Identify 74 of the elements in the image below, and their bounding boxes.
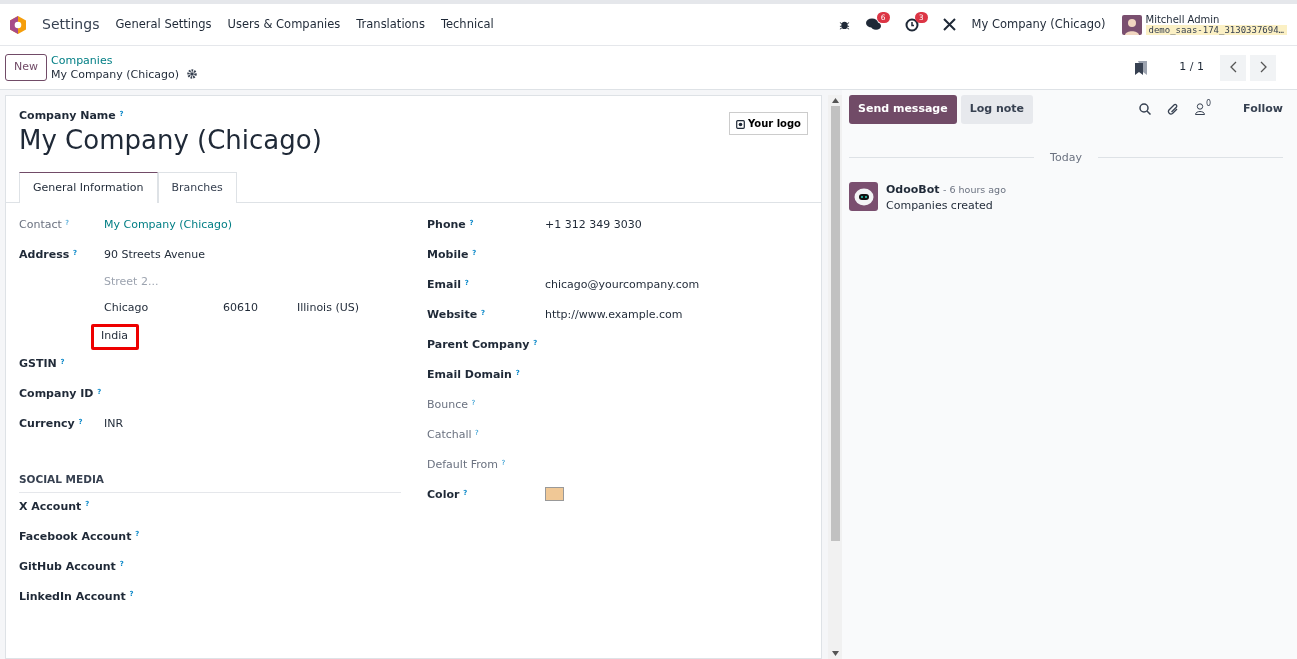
follower-count: 0 [1206, 100, 1212, 109]
field-value[interactable]: +1 312 349 3030 [545, 218, 642, 232]
street-field[interactable]: 90 Streets Avenue [104, 247, 359, 264]
chevron-left-icon [1229, 61, 1237, 74]
field-label: Currency $^{?}$ [19, 417, 83, 431]
settings-icon[interactable] [187, 69, 198, 80]
app-title[interactable]: Settings [42, 14, 100, 35]
contact-link[interactable]: My Company (Chicago) [104, 218, 233, 232]
clock-icon[interactable] [904, 17, 919, 32]
field-label: GSTIN $^{?}$ [19, 357, 65, 371]
tab[interactable]: Branches [157, 171, 237, 204]
menu-item[interactable]: Translations [356, 15, 425, 34]
scrollbar[interactable] [828, 95, 842, 659]
field-label: Website $^{?}$ [427, 308, 485, 322]
record-title: My Company (Chicago) [51, 67, 180, 82]
logo-button[interactable]: Your logo [728, 112, 808, 135]
field-label: Catchall $^{?}$ [427, 428, 479, 442]
field-label: Email Domain $^{?}$ [427, 368, 520, 382]
company-name-field[interactable]: My Company (Chicago) [19, 124, 322, 156]
field-label: GitHub Account $^{?}$ [19, 558, 124, 575]
state-field[interactable]: Illinois (US) [297, 300, 359, 317]
field-label: Facebook Account $^{?}$ [19, 528, 140, 545]
field-label: LinkedIn Account $^{?}$ [19, 588, 134, 605]
field-label: Contact $^{?}$ [19, 218, 69, 232]
tools-icon[interactable] [942, 18, 956, 31]
paperclip-icon[interactable] [1167, 102, 1179, 116]
message-time: - 6 hours ago [943, 184, 1006, 195]
zip-field[interactable]: 60610 [223, 300, 297, 317]
field-label: Parent Company $^{?}$ [427, 338, 538, 352]
search-icon[interactable] [1139, 103, 1151, 116]
field-value[interactable]: INR [104, 417, 124, 431]
menu-item[interactable]: Technical [440, 15, 494, 34]
pager-value: 1 / 1 [1179, 59, 1204, 76]
field-label: Address $^{?}$ [19, 248, 78, 262]
field-label: X Account $^{?}$ [19, 498, 90, 515]
field-label: Bounce $^{?}$ [427, 398, 476, 412]
tab[interactable]: General Information [19, 171, 158, 204]
chevron-right-icon [1259, 61, 1267, 74]
field-label: Company ID $^{?}$ [19, 387, 102, 401]
log-note-button[interactable]: Log note [960, 95, 1034, 124]
image-icon [735, 119, 745, 129]
field-label: Mobile $^{?}$ [427, 248, 477, 262]
menu-item[interactable]: Users & Companies [227, 15, 341, 34]
company-switcher[interactable]: My Company (Chicago) [971, 15, 1106, 34]
new-button[interactable]: New [5, 54, 47, 81]
scroll-down-icon[interactable] [831, 651, 839, 656]
database-name: demo_saas-174_3130337694… [1145, 25, 1287, 36]
scroll-up-icon[interactable] [831, 98, 839, 103]
field-value[interactable]: http://www.example.com [545, 308, 683, 322]
field-value[interactable]: chicago@yourcompany.com [545, 278, 700, 292]
message-author: OdooBot [886, 183, 940, 196]
city-field[interactable]: Chicago [104, 300, 223, 317]
color-swatch[interactable] [545, 487, 564, 502]
message-body: Companies created [886, 197, 994, 214]
date-separator: Today [1050, 149, 1082, 166]
field-label: Email $^{?}$ [427, 278, 469, 292]
field-label: Company Name $^{?}$ [19, 108, 125, 124]
breadcrumb-link[interactable]: Companies [51, 53, 198, 68]
app-logo-icon[interactable] [10, 15, 26, 34]
section-heading: SOCIAL MEDIA [19, 472, 401, 493]
field-label: Phone $^{?}$ [427, 218, 474, 232]
country-field[interactable]: India [91, 323, 139, 351]
field-label: Default From $^{?}$ [427, 458, 506, 472]
person-icon[interactable] [1195, 103, 1205, 116]
follow-button[interactable]: Follow [1243, 101, 1283, 118]
bookmark-icon[interactable] [1135, 60, 1148, 75]
menu-item[interactable]: General Settings [115, 15, 212, 34]
avatar-icon[interactable] [1121, 14, 1142, 35]
bot-avatar-icon [849, 182, 878, 211]
bug-icon[interactable] [838, 19, 850, 30]
send-message-button[interactable]: Send message [849, 95, 957, 124]
field-label: Color $^{?}$ [427, 488, 468, 502]
chat-icon[interactable] [865, 18, 881, 31]
user-name[interactable]: Mitchell Admin [1145, 13, 1287, 26]
